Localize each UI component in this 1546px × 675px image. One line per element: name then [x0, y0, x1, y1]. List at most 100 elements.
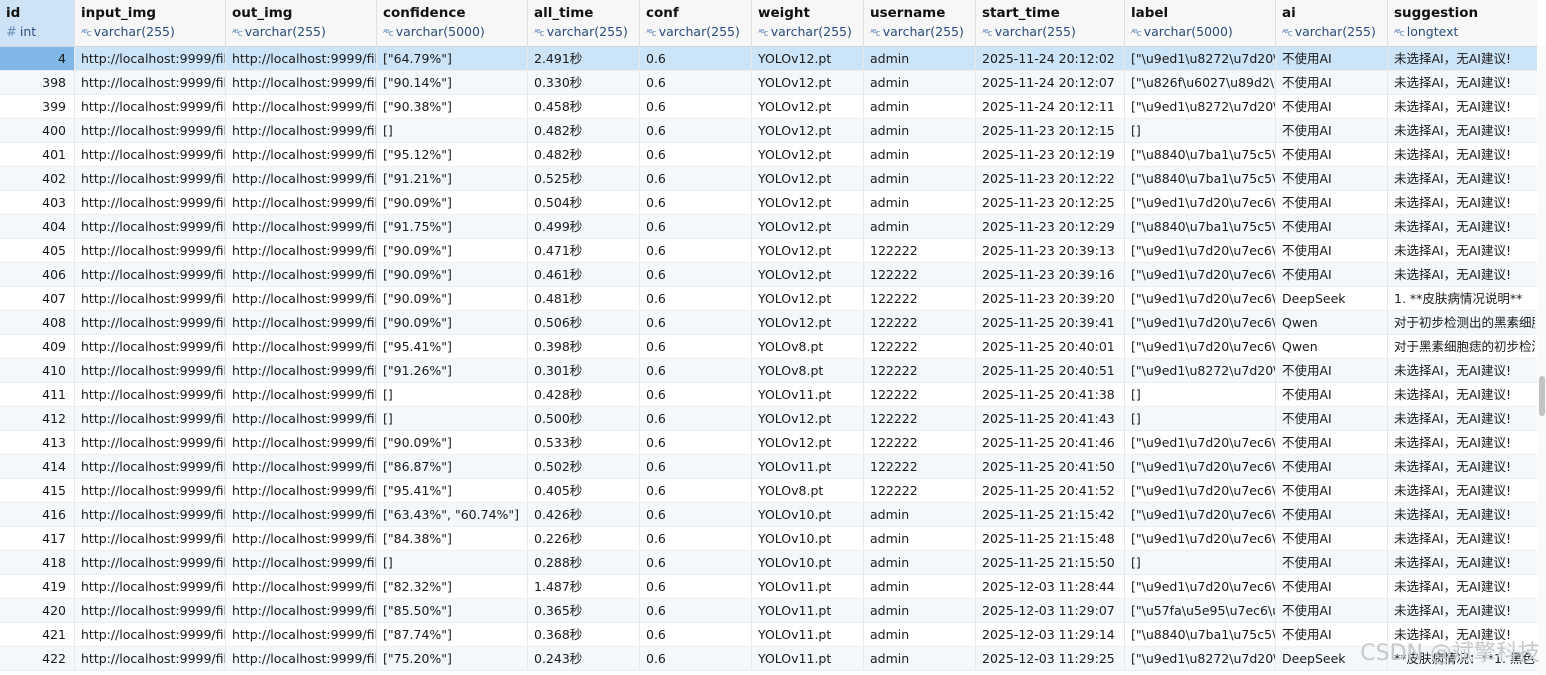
- cell-ai[interactable]: 不使用AI: [1276, 47, 1388, 70]
- cell-start-time[interactable]: 2025-11-25 21:15:48: [976, 527, 1125, 550]
- column-header-label[interactable]: label ᴬᴮc varchar(5000): [1125, 0, 1276, 46]
- cell-label[interactable]: ["\u9ed1\u7d20\u7ec6\u: [1125, 191, 1276, 214]
- cell-all-time[interactable]: 0.301秒: [528, 359, 640, 382]
- cell-conf[interactable]: 0.6: [640, 503, 752, 526]
- cell-out-img[interactable]: http://localhost:9999/file: [226, 215, 377, 238]
- cell-conf[interactable]: 0.6: [640, 335, 752, 358]
- cell-confidence[interactable]: ["91.75%"]: [377, 215, 528, 238]
- cell-username[interactable]: 122222: [864, 287, 976, 310]
- cell-start-time[interactable]: 2025-11-25 20:41:46: [976, 431, 1125, 454]
- cell-username[interactable]: admin: [864, 119, 976, 142]
- cell-username[interactable]: admin: [864, 551, 976, 574]
- cell-confidence[interactable]: ["90.14%"]: [377, 71, 528, 94]
- cell-all-time[interactable]: 0.458秒: [528, 95, 640, 118]
- cell-weight[interactable]: YOLOv12.pt: [752, 143, 864, 166]
- cell-start-time[interactable]: 2025-11-23 20:39:13: [976, 239, 1125, 262]
- cell-conf[interactable]: 0.6: [640, 551, 752, 574]
- cell-id[interactable]: 401: [0, 143, 75, 166]
- table-row[interactable]: 404 http://localhost:9999/file http://loca…: [0, 215, 1537, 239]
- column-header-ai[interactable]: ai ᴬᴮc varchar(255): [1276, 0, 1388, 46]
- cell-weight[interactable]: YOLOv12.pt: [752, 263, 864, 286]
- cell-id[interactable]: 400: [0, 119, 75, 142]
- table-row[interactable]: 401 http://localhost:9999/file http://loca…: [0, 143, 1537, 167]
- cell-all-time[interactable]: 0.226秒: [528, 527, 640, 550]
- cell-label[interactable]: ["\u9ed1\u8272\u7d20\u: [1125, 647, 1276, 670]
- cell-confidence[interactable]: ["87.74%"]: [377, 623, 528, 646]
- cell-input-img[interactable]: http://localhost:9999/file: [75, 119, 226, 142]
- cell-confidence[interactable]: ["90.09%"]: [377, 263, 528, 286]
- cell-id[interactable]: 399: [0, 95, 75, 118]
- column-header-start-time[interactable]: start_time ᴬᴮc varchar(255): [976, 0, 1125, 46]
- cell-username[interactable]: admin: [864, 95, 976, 118]
- cell-username[interactable]: 122222: [864, 383, 976, 406]
- cell-input-img[interactable]: http://localhost:9999/file: [75, 479, 226, 502]
- cell-suggestion[interactable]: 未选择AI，无AI建议!: [1388, 119, 1535, 142]
- cell-all-time[interactable]: 0.482秒: [528, 119, 640, 142]
- cell-start-time[interactable]: 2025-11-25 20:41:38: [976, 383, 1125, 406]
- cell-suggestion[interactable]: 未选择AI，无AI建议!: [1388, 143, 1535, 166]
- cell-weight[interactable]: YOLOv8.pt: [752, 335, 864, 358]
- table-row[interactable]: 419 http://localhost:9999/file http://loca…: [0, 575, 1537, 599]
- cell-username[interactable]: admin: [864, 167, 976, 190]
- scrollbar-thumb[interactable]: [1539, 376, 1545, 416]
- cell-confidence[interactable]: ["95.41%"]: [377, 335, 528, 358]
- cell-conf[interactable]: 0.6: [640, 263, 752, 286]
- cell-all-time[interactable]: 1.487秒: [528, 575, 640, 598]
- cell-all-time[interactable]: 0.288秒: [528, 551, 640, 574]
- cell-out-img[interactable]: http://localhost:9999/file: [226, 71, 377, 94]
- cell-input-img[interactable]: http://localhost:9999/file: [75, 239, 226, 262]
- table-row[interactable]: 398 http://localhost:9999/file http://loca…: [0, 71, 1537, 95]
- cell-start-time[interactable]: 2025-11-25 21:15:42: [976, 503, 1125, 526]
- column-header-conf[interactable]: conf ᴬᴮc varchar(255): [640, 0, 752, 46]
- cell-input-img[interactable]: http://localhost:9999/file: [75, 335, 226, 358]
- cell-label[interactable]: ["\u9ed1\u7d20\u7ec6\u: [1125, 503, 1276, 526]
- cell-weight[interactable]: YOLOv10.pt: [752, 527, 864, 550]
- table-row[interactable]: 414 http://localhost:9999/file http://loca…: [0, 455, 1537, 479]
- cell-ai[interactable]: 不使用AI: [1276, 575, 1388, 598]
- cell-suggestion[interactable]: 未选择AI，无AI建议!: [1388, 599, 1535, 622]
- cell-start-time[interactable]: 2025-11-25 20:40:51: [976, 359, 1125, 382]
- cell-input-img[interactable]: http://localhost:9999/file: [75, 47, 226, 70]
- cell-ai[interactable]: 不使用AI: [1276, 71, 1388, 94]
- cell-all-time[interactable]: 0.398秒: [528, 335, 640, 358]
- cell-confidence[interactable]: ["63.43%", "60.74%"]: [377, 503, 528, 526]
- cell-label[interactable]: []: [1125, 119, 1276, 142]
- cell-username[interactable]: 122222: [864, 311, 976, 334]
- cell-ai[interactable]: DeepSeek: [1276, 287, 1388, 310]
- cell-confidence[interactable]: ["95.12%"]: [377, 143, 528, 166]
- cell-input-img[interactable]: http://localhost:9999/file: [75, 527, 226, 550]
- table-row[interactable]: 416 http://localhost:9999/file http://loca…: [0, 503, 1537, 527]
- cell-input-img[interactable]: http://localhost:9999/file: [75, 263, 226, 286]
- cell-label[interactable]: ["\u9ed1\u7d20\u7ec6\u: [1125, 431, 1276, 454]
- cell-label[interactable]: ["\u8840\u7ba1\u75c5\u: [1125, 143, 1276, 166]
- cell-ai[interactable]: 不使用AI: [1276, 503, 1388, 526]
- cell-out-img[interactable]: http://localhost:9999/file: [226, 575, 377, 598]
- cell-weight[interactable]: YOLOv12.pt: [752, 119, 864, 142]
- cell-suggestion[interactable]: 未选择AI，无AI建议!: [1388, 215, 1535, 238]
- cell-label[interactable]: ["\u9ed1\u8272\u7d20\u: [1125, 47, 1276, 70]
- cell-conf[interactable]: 0.6: [640, 383, 752, 406]
- cell-label[interactable]: ["\u9ed1\u7d20\u7ec6\u: [1125, 311, 1276, 334]
- cell-id[interactable]: 406: [0, 263, 75, 286]
- cell-username[interactable]: admin: [864, 599, 976, 622]
- cell-label[interactable]: ["\u9ed1\u8272\u7d20\u: [1125, 359, 1276, 382]
- table-row[interactable]: 400 http://localhost:9999/file http://loca…: [0, 119, 1537, 143]
- cell-all-time[interactable]: 0.499秒: [528, 215, 640, 238]
- cell-ai[interactable]: 不使用AI: [1276, 119, 1388, 142]
- cell-out-img[interactable]: http://localhost:9999/file: [226, 503, 377, 526]
- cell-input-img[interactable]: http://localhost:9999/file: [75, 287, 226, 310]
- cell-input-img[interactable]: http://localhost:9999/file: [75, 503, 226, 526]
- cell-id[interactable]: 398: [0, 71, 75, 94]
- cell-ai[interactable]: 不使用AI: [1276, 263, 1388, 286]
- cell-all-time[interactable]: 0.525秒: [528, 167, 640, 190]
- cell-username[interactable]: admin: [864, 527, 976, 550]
- cell-conf[interactable]: 0.6: [640, 287, 752, 310]
- cell-label[interactable]: ["\u9ed1\u7d20\u7ec6\u: [1125, 455, 1276, 478]
- cell-label[interactable]: ["\u9ed1\u7d20\u7ec6\u: [1125, 479, 1276, 502]
- cell-conf[interactable]: 0.6: [640, 95, 752, 118]
- cell-input-img[interactable]: http://localhost:9999/file: [75, 623, 226, 646]
- table-row[interactable]: 408 http://localhost:9999/file http://loca…: [0, 311, 1537, 335]
- cell-weight[interactable]: YOLOv11.pt: [752, 383, 864, 406]
- cell-confidence[interactable]: []: [377, 383, 528, 406]
- cell-input-img[interactable]: http://localhost:9999/file: [75, 71, 226, 94]
